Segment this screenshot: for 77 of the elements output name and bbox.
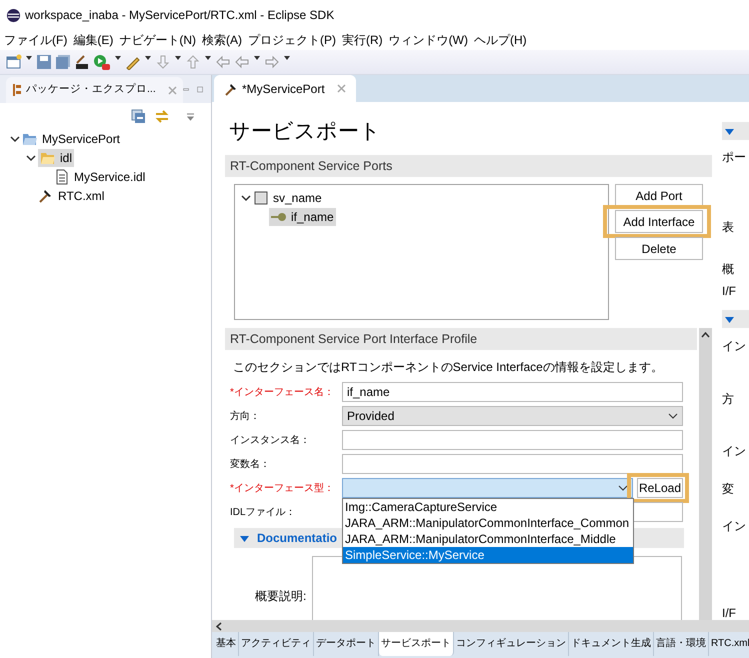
field-label: 概要説明: <box>255 588 306 605</box>
menu-item[interactable]: ウィンドウ(W) <box>388 31 468 49</box>
close-icon[interactable] <box>168 86 177 94</box>
package-explorer-icon <box>12 83 22 97</box>
page-heading: サービスポート <box>229 119 382 145</box>
scroll-left-icon[interactable] <box>216 622 222 630</box>
dropdown-option[interactable]: SimpleService::MyService <box>343 547 633 563</box>
text-field[interactable] <box>342 430 683 450</box>
menu-item[interactable]: ヘルプ(H) <box>474 31 527 49</box>
dropdown-option[interactable]: Img::CameraCaptureService <box>343 499 633 515</box>
field-label: 変数名： <box>230 458 271 472</box>
page-tab[interactable]: サービスポート <box>379 632 454 656</box>
window-title: workspace_inaba - MyServicePort/RTC.xml - Eclipse SDK <box>25 7 334 24</box>
page-tab[interactable]: コンフィギュレーション <box>454 632 569 656</box>
chevron-down-icon[interactable] <box>10 134 20 144</box>
chevron-down-icon <box>668 411 678 421</box>
port-square-icon <box>253 190 269 206</box>
file-icon <box>54 168 70 184</box>
dropdown-option[interactable]: JARA_ARM::ManipulatorCommonInterface_Common <box>343 515 633 531</box>
field-label: イン <box>722 518 747 533</box>
page-tab[interactable]: RTC.xml <box>709 632 749 656</box>
field-label: IDLファイル： <box>230 506 297 520</box>
page-tab[interactable]: 言語・環境 <box>654 632 709 656</box>
triangle-down-icon <box>725 126 734 136</box>
menu-item[interactable]: 検索(A) <box>202 31 242 49</box>
dropdown-option[interactable]: JARA_ARM::ManipulatorCommonInterface_Middle <box>343 531 633 547</box>
field-label: イン <box>722 443 747 458</box>
page-tab[interactable]: ドキュメント生成 <box>569 632 654 656</box>
field-label: 表 <box>722 219 735 234</box>
direction-dropdown[interactable]: Provided <box>342 406 683 426</box>
section-title: RT-Component Service Port Interface Profile <box>225 328 697 350</box>
field-label: 変 <box>722 481 735 496</box>
rt-hammer-icon[interactable] <box>74 54 90 70</box>
reload-button[interactable]: ReLoad <box>637 478 683 498</box>
field-label: 方向： <box>230 410 261 424</box>
page-tab[interactable]: 基本 <box>214 632 239 656</box>
menu-item[interactable]: ナビゲート(N) <box>119 31 196 49</box>
triangle-down-icon <box>725 314 734 324</box>
hammer-icon <box>38 188 54 204</box>
field-label: *インターフェース名： <box>230 386 335 400</box>
text-field[interactable] <box>342 454 683 474</box>
field-label: インスタンス名： <box>230 434 311 448</box>
run-icon[interactable] <box>93 54 111 70</box>
field-label: 方 <box>722 391 735 406</box>
field-label: ポー <box>722 149 747 164</box>
page-tab[interactable]: アクティビティ <box>239 632 314 656</box>
tree-item-label[interactable]: MyService.idl <box>74 168 146 186</box>
section-description: このセクションではRTコンポーネントのService Interfaceの情報を設定します。 <box>232 359 664 376</box>
menu-item[interactable]: 編集(E) <box>73 31 114 49</box>
menu-item[interactable]: 実行(R) <box>342 31 383 49</box>
field-label: イン <box>722 338 747 353</box>
hammer-icon <box>224 82 238 96</box>
text-field[interactable]: if_name <box>342 382 683 402</box>
field-label: I/F <box>722 605 737 620</box>
app-logo-icon <box>6 8 21 22</box>
action-button[interactable]: Add Port <box>615 184 703 207</box>
collapse-all-icon[interactable] <box>131 108 146 124</box>
action-button[interactable]: Add Interface <box>615 210 703 233</box>
field-label: *インターフェース型： <box>230 482 335 496</box>
field-label: 概 <box>722 261 735 276</box>
tree-item-label[interactable]: sv_name <box>273 188 322 206</box>
menu-item[interactable]: プロジェクト(P) <box>248 31 336 49</box>
chevron-down-icon <box>618 483 628 493</box>
close-icon[interactable] <box>336 84 346 93</box>
section-header[interactable] <box>722 122 749 140</box>
chevron-down-icon[interactable] <box>241 192 251 202</box>
tree-item-label[interactable]: MyServicePort <box>42 130 120 148</box>
action-button[interactable]: Delete <box>615 237 703 260</box>
chevron-down-icon[interactable] <box>26 152 36 162</box>
view-menu-icon[interactable] <box>186 112 195 120</box>
scroll-up-icon[interactable] <box>701 332 710 338</box>
section-title: RT-Component Service Ports <box>225 155 712 177</box>
menu-item[interactable]: ファイル(F) <box>4 31 68 49</box>
new-wizard-icon[interactable] <box>6 54 22 70</box>
section-header[interactable] <box>722 310 749 328</box>
field-label: I/F <box>722 283 737 298</box>
tree-item-label[interactable]: RTC.xml <box>58 186 104 204</box>
